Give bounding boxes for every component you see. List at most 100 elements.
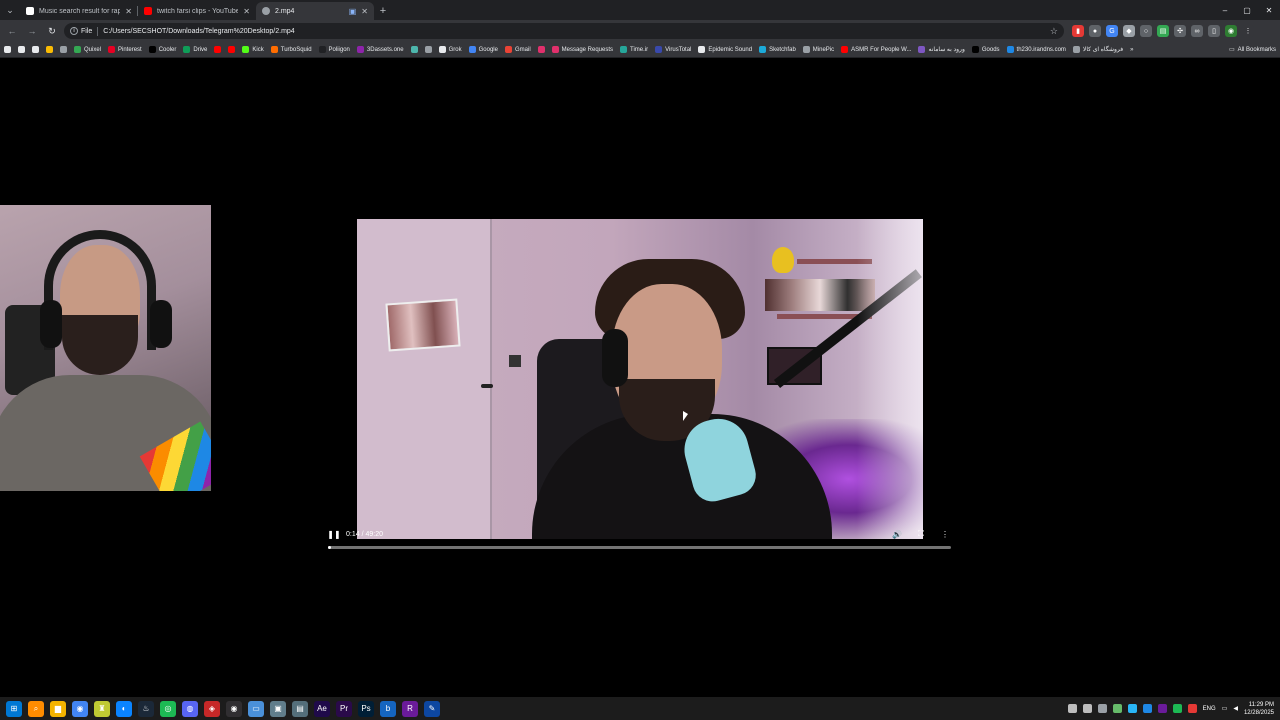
- bookmark-item[interactable]: [18, 46, 25, 53]
- bookmark-item[interactable]: Sketchfab: [759, 46, 796, 53]
- bookmark-item[interactable]: Pinterest: [108, 46, 142, 53]
- tray-app-icon[interactable]: [1187, 704, 1197, 713]
- progress-bar[interactable]: [328, 546, 951, 549]
- photoshop-icon[interactable]: Ps: [358, 700, 374, 717]
- bookmark-item[interactable]: th230.irandns.com: [1006, 46, 1066, 53]
- tab-close-icon[interactable]: ✕: [361, 7, 368, 16]
- site-info-chip[interactable]: i File: [70, 27, 92, 35]
- bookmark-star-icon[interactable]: ☆: [1050, 26, 1058, 37]
- bookmark-item[interactable]: Google: [468, 46, 498, 53]
- close-window-icon[interactable]: ✕: [1258, 0, 1280, 20]
- fullscreen-icon[interactable]: ⛶: [916, 529, 926, 539]
- bookmark-item[interactable]: Poliigon: [318, 46, 350, 53]
- bookmark-item[interactable]: [410, 46, 418, 53]
- network-icon[interactable]: ▭: [1222, 705, 1228, 712]
- grey-ext-icon[interactable]: ○: [1140, 25, 1152, 37]
- explorer-icon[interactable]: ▆: [50, 700, 66, 717]
- speaker-icon[interactable]: ◀: [1233, 705, 1238, 712]
- video-frame[interactable]: [357, 219, 923, 539]
- forward-arrow-icon[interactable]: →: [24, 23, 40, 39]
- r-app-icon[interactable]: R: [402, 700, 418, 717]
- tray-app-icon[interactable]: [1097, 704, 1107, 713]
- circle-ext-icon[interactable]: ●: [1089, 25, 1101, 37]
- bookmark-item[interactable]: [60, 46, 67, 53]
- tab-close-icon[interactable]: ✕: [243, 7, 250, 16]
- bookmark-item[interactable]: فروشگاه ای کالا: [1072, 46, 1123, 53]
- bookmark-item[interactable]: Grok: [438, 46, 462, 53]
- address-bar[interactable]: i File C:/Users/SECSHOT/Downloads/Telegr…: [64, 23, 1064, 39]
- media-indicator-icon[interactable]: ▣: [349, 7, 357, 16]
- steam-icon[interactable]: ♨: [138, 700, 154, 717]
- bookmark-item[interactable]: Message Requests: [551, 46, 613, 53]
- tray-app-icon[interactable]: [1142, 704, 1152, 713]
- puzzle-ext-icon[interactable]: ✣: [1174, 25, 1186, 37]
- notes-icon[interactable]: ▤: [292, 700, 308, 717]
- bookmarks-overflow-icon[interactable]: »: [1130, 47, 1133, 53]
- chrome-icon[interactable]: ◉: [72, 700, 88, 717]
- bookmark-item[interactable]: Epidemic Sound: [698, 46, 752, 53]
- vpn-icon[interactable]: ♜: [94, 700, 110, 717]
- discord-icon[interactable]: ◍: [182, 700, 198, 717]
- bookmark-item[interactable]: ASMR For People W...: [841, 46, 911, 53]
- bookmark-item[interactable]: [32, 46, 39, 53]
- blender-b-icon[interactable]: b: [380, 700, 396, 717]
- bookmark-item[interactable]: Time.ir: [620, 46, 648, 53]
- screen-icon[interactable]: ▣: [270, 700, 286, 717]
- menu-ext-icon[interactable]: ⋮: [1242, 25, 1254, 37]
- after-effects-icon[interactable]: Ae: [314, 700, 330, 717]
- all-bookmarks-button[interactable]: ▭ All Bookmarks: [1229, 46, 1276, 54]
- davinci-icon[interactable]: ◈: [204, 700, 220, 717]
- bookmark-item[interactable]: 3Dassets.one: [356, 46, 404, 53]
- bookmark-item[interactable]: [214, 46, 222, 53]
- start-icon[interactable]: ⊞: [6, 700, 22, 717]
- obs-icon[interactable]: ◉: [226, 700, 242, 717]
- glasses-ext-icon[interactable]: ∞: [1191, 25, 1203, 37]
- tab-search-icon[interactable]: ⌄: [0, 0, 20, 20]
- bookmark-item[interactable]: [537, 46, 545, 53]
- bookmark-item[interactable]: Drive: [183, 46, 207, 53]
- tray-app-icon[interactable]: [1082, 704, 1092, 713]
- tray-app-icon[interactable]: [1112, 704, 1122, 713]
- tray-app-icon[interactable]: [1157, 704, 1167, 713]
- bookmark-item[interactable]: VirusTotal: [655, 46, 691, 53]
- more-options-icon[interactable]: ⋮: [940, 529, 950, 539]
- tab-twitch-clips[interactable]: twitch farsi clips - YouTube ✕: [138, 2, 256, 20]
- tab-music-search[interactable]: Music search result for rap | Ep ✕: [20, 2, 138, 20]
- bookmark-item[interactable]: Quixel: [74, 46, 101, 53]
- volume-icon[interactable]: 🔊: [892, 529, 902, 539]
- monitor-icon[interactable]: ▭: [248, 700, 264, 717]
- tab-close-icon[interactable]: ✕: [125, 7, 132, 16]
- bookmark-item[interactable]: [424, 46, 432, 53]
- profile-ext-icon[interactable]: ◉: [1225, 25, 1237, 37]
- shield-ext-icon[interactable]: ◆: [1123, 25, 1135, 37]
- sidebar-ext-icon[interactable]: ▯: [1208, 25, 1220, 37]
- bookmark-item[interactable]: MinePic: [802, 46, 834, 53]
- search-icon[interactable]: ⌕: [28, 700, 44, 717]
- reload-icon[interactable]: ↻: [44, 23, 60, 39]
- translate-ext-icon[interactable]: G: [1106, 25, 1118, 37]
- bookmark-item[interactable]: [4, 46, 11, 53]
- edge-icon[interactable]: ◐: [116, 700, 132, 717]
- clock[interactable]: 11:29 PM 12/28/2025: [1244, 701, 1274, 717]
- bookmark-item[interactable]: Gmail: [504, 46, 531, 53]
- bookmark-item[interactable]: Cooler: [148, 46, 176, 53]
- pdf-ext-icon[interactable]: ▮: [1072, 25, 1084, 37]
- bookmark-item[interactable]: ورود به سامانه: [918, 46, 965, 53]
- bookmark-item[interactable]: [228, 46, 236, 53]
- bookmark-item[interactable]: TurboSquid: [270, 46, 312, 53]
- back-arrow-icon[interactable]: ←: [4, 23, 20, 39]
- tray-app-icon[interactable]: [1127, 704, 1137, 713]
- pause-icon[interactable]: ❚❚: [327, 529, 340, 539]
- premiere-icon[interactable]: Pr: [336, 700, 352, 717]
- tray-app-icon[interactable]: [1067, 704, 1077, 713]
- bookmark-item[interactable]: [46, 46, 53, 53]
- new-tab-plus-icon[interactable]: +: [374, 2, 392, 20]
- spotify-icon[interactable]: ◎: [160, 700, 176, 717]
- maximize-icon[interactable]: ▢: [1236, 0, 1258, 20]
- pen-tool-icon[interactable]: ✎: [424, 700, 440, 717]
- language-indicator[interactable]: ENG: [1203, 706, 1216, 712]
- tab-video-file[interactable]: 2.mp4 ▣ ✕: [256, 2, 374, 20]
- sheet-ext-icon[interactable]: ▤: [1157, 25, 1169, 37]
- bookmark-item[interactable]: Goods: [971, 46, 1000, 53]
- minimize-icon[interactable]: –: [1214, 0, 1236, 20]
